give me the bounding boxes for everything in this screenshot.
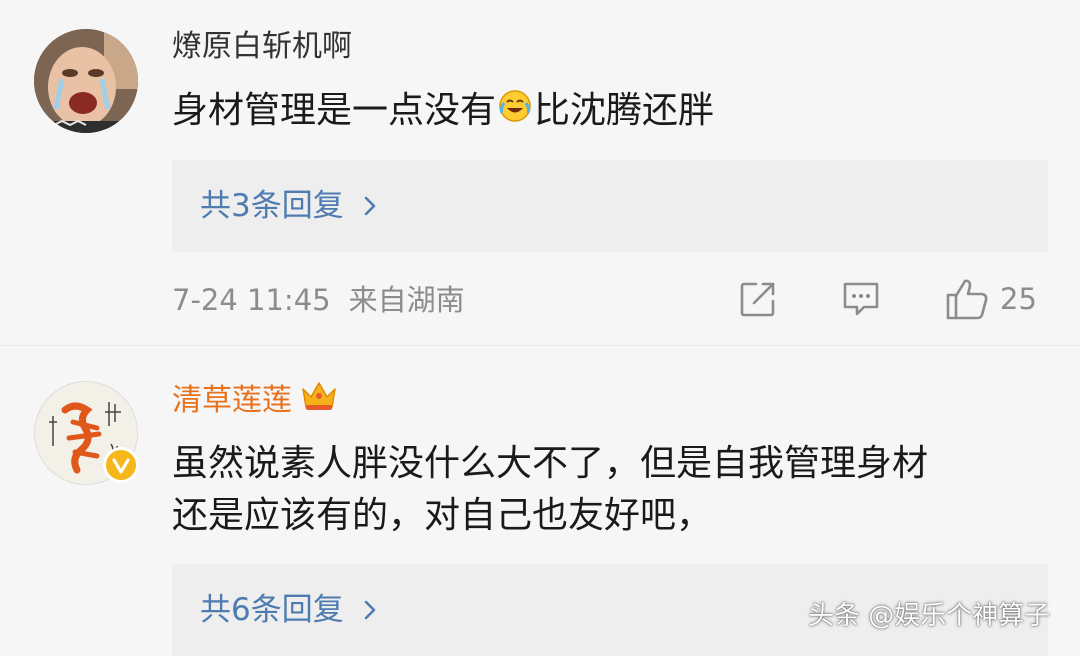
- comment-text-part: 比沈腾还胖: [534, 90, 715, 131]
- comment-text: 虽然说素人胖没什么大不了，但是自我管理身材 还是应该有的，对自己也友好吧，: [172, 438, 928, 542]
- watermark: 头条 @娱乐个神算子: [808, 601, 1051, 631]
- view-replies-link[interactable]: 共6条回复: [200, 588, 378, 634]
- crying-child-avatar-icon: [34, 29, 138, 133]
- comment-item: 燎原白斩机啊 身材管理是一点没有 比沈腾还胖 共3条回复 7-24 11:45 来自…: [0, 0, 1080, 345]
- comment-text-line: 还是应该有的，对自己也友好吧，: [172, 495, 713, 536]
- reply-button[interactable]: [840, 274, 882, 324]
- verified-badge: [103, 447, 139, 483]
- username-text: 清草莲莲: [172, 383, 292, 418]
- chevron-right-icon: [362, 186, 378, 230]
- view-replies-link[interactable]: 共3条回复: [200, 184, 378, 230]
- username[interactable]: 清草莲莲: [172, 379, 338, 424]
- replies-box[interactable]: 共3条回复: [172, 160, 1048, 252]
- like-button[interactable]: 25: [944, 274, 1037, 324]
- user-avatar[interactable]: [34, 29, 138, 133]
- comment-text: 身材管理是一点没有 比沈腾还胖: [172, 85, 714, 138]
- laughing-crying-emoji-icon: [498, 86, 532, 138]
- chevron-right-icon: [362, 590, 378, 634]
- comment-icon: [843, 282, 879, 316]
- comment-text-line: 虽然说素人胖没什么大不了，但是自我管理身材: [172, 443, 929, 484]
- comment-meta: 7-24 11:45 来自湖南: [172, 280, 465, 320]
- share-icon: [740, 282, 775, 317]
- like-count: 25: [1000, 282, 1037, 316]
- replies-label: 共3条回复: [200, 188, 344, 224]
- share-button[interactable]: [738, 274, 778, 324]
- username[interactable]: 燎原白斩机啊: [172, 27, 352, 67]
- replies-label: 共6条回复: [200, 592, 344, 628]
- comment-text-part: 身材管理是一点没有: [172, 90, 497, 131]
- timestamp: 7-24 11:45: [172, 283, 331, 317]
- location: 来自湖南: [348, 283, 465, 317]
- verified-v-icon: [112, 458, 130, 474]
- crown-icon: [300, 379, 338, 424]
- thumbs-up-icon: [946, 279, 988, 320]
